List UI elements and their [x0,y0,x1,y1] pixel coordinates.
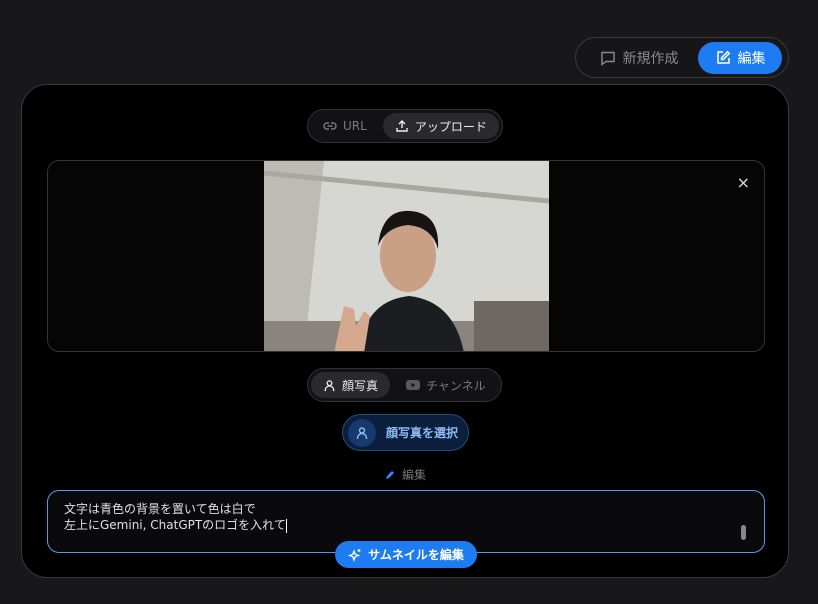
tab-upload-label: アップロード [414,119,487,134]
close-preview-button[interactable]: × [737,173,750,192]
image-preview: × [47,160,765,352]
link-icon [323,122,337,130]
tab-url-label: URL [343,119,367,133]
edit-thumbnail-label: サムネイルを編集 [368,548,464,562]
tab-face-label: 顔写真 [342,378,379,393]
tab-url[interactable]: URL [311,113,379,139]
edit-mode-label: 編集 [737,50,766,67]
textarea-scrollbar[interactable] [741,525,746,540]
edit-thumbnail-button[interactable]: サムネイルを編集 [335,541,477,568]
sparkles-icon [348,548,361,562]
editor-card: URL アップロード × 顔写真 チャンネル 顔写真を選択 編集 文字は青色の背… [21,84,789,578]
tab-upload[interactable]: アップロード [382,113,499,139]
uploaded-photo [264,161,549,351]
mode-switch: 新規作成 編集 [575,37,789,78]
select-face-photo-button[interactable]: 顔写真を選択 [342,414,469,451]
user-icon [324,379,335,391]
youtube-icon [406,380,421,390]
tab-channel[interactable]: チャンネル [394,372,498,398]
text-caret [285,518,287,533]
new-mode-label: 新規作成 [622,50,679,67]
chat-bubble-icon [600,51,615,66]
edit-section-text: 編集 [402,468,427,482]
select-face-label: 顔写真を選択 [386,426,459,440]
edit-icon [716,50,730,64]
edit-mode-button[interactable]: 編集 [698,41,782,74]
user-avatar-icon [348,418,376,447]
upload-icon [396,120,408,132]
tab-face-photo[interactable]: 顔写真 [311,372,391,398]
prompt-line: 文字は青色の背景を置いて色は白で [64,502,256,516]
new-mode-button[interactable]: 新規作成 [580,42,698,74]
face-source-tabs: 顔写真 チャンネル [307,368,502,402]
prompt-line: 左上にGemini, ChatGPTのロゴを入れて [64,518,286,532]
source-tabs: URL アップロード [307,109,503,143]
pencil-icon [386,470,394,479]
edit-section-label: 編集 [384,466,426,483]
tab-channel-label: チャンネル [426,378,486,393]
